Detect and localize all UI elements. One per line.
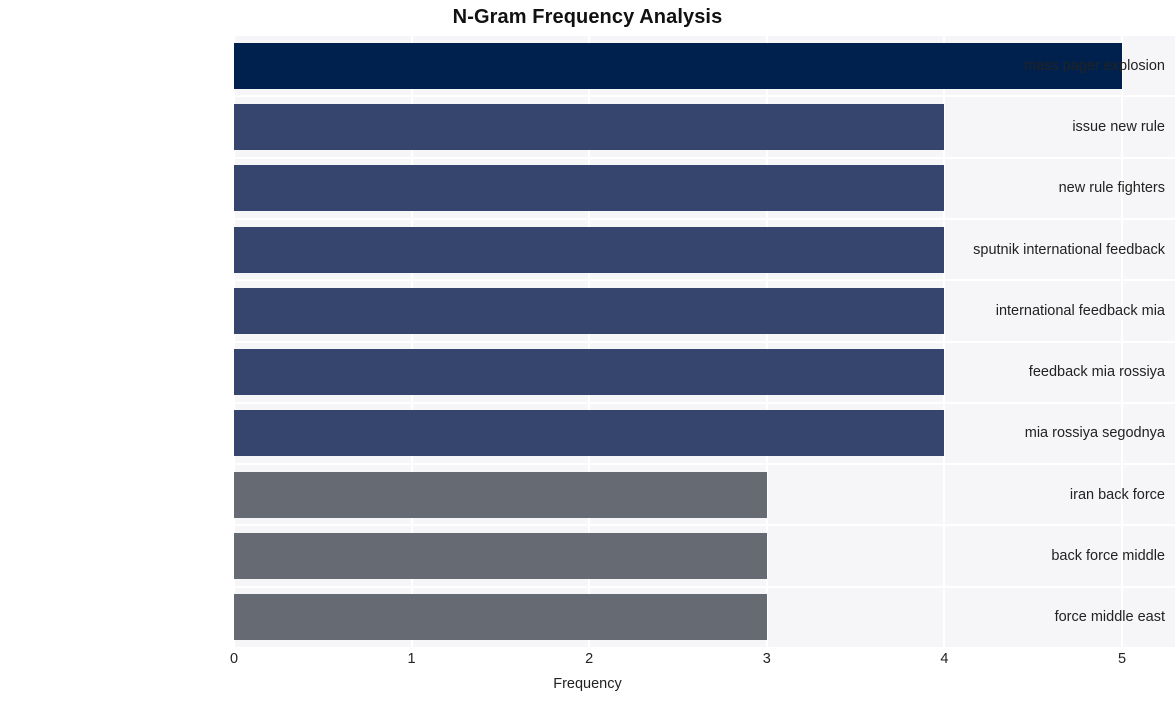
y-gridline [234, 524, 1175, 527]
x-axis-tick-label: 3 [762, 651, 771, 667]
y-axis-tick-label: mia rossiya segodnya [1024, 425, 1165, 442]
x-axis-tick-label: 5 [1117, 651, 1127, 667]
x-axis-tick-label: 4 [940, 651, 949, 667]
x-axis-tick-label: 0 [229, 651, 239, 667]
bar[interactable] [234, 165, 945, 212]
bar[interactable] [234, 594, 767, 641]
bar[interactable] [234, 287, 945, 334]
x-axis-tick-label: 1 [407, 651, 416, 667]
bar[interactable] [234, 471, 767, 518]
y-gridline [234, 156, 1175, 159]
y-gridline [234, 463, 1175, 466]
y-gridline [234, 35, 1175, 36]
x-axis-label: Frequency [553, 676, 622, 692]
bar[interactable] [234, 103, 945, 150]
y-axis-tick-label: force middle east [1054, 609, 1165, 626]
y-gridline [234, 585, 1175, 588]
y-gridline [234, 95, 1175, 98]
chart-figure: N-Gram Frequency Analysis mass pager exp… [0, 0, 1175, 701]
y-gridline [234, 340, 1175, 343]
y-axis-tick-label: international feedback mia [995, 302, 1165, 319]
y-gridline [234, 401, 1175, 404]
y-axis-tick-label: new rule fighters [1058, 180, 1165, 197]
bar[interactable] [234, 410, 945, 457]
y-gridline [234, 279, 1175, 282]
y-gridline [234, 217, 1175, 220]
bar[interactable] [234, 349, 945, 396]
y-axis-tick-label: feedback mia rossiya [1028, 364, 1165, 381]
y-axis-tick-label: sputnik international feedback [973, 241, 1165, 258]
bar[interactable] [234, 533, 767, 580]
y-gridline [234, 647, 1175, 648]
x-axis-tick-label: 2 [585, 651, 594, 667]
bar[interactable] [234, 226, 945, 273]
y-axis-tick-label: mass pager explosion [1023, 57, 1165, 74]
chart-title: N-Gram Frequency Analysis [452, 6, 723, 28]
y-axis-tick-label: iran back force [1069, 486, 1165, 503]
y-axis-tick-label: issue new rule [1072, 118, 1165, 135]
y-axis-tick-label: back force middle [1051, 548, 1165, 565]
